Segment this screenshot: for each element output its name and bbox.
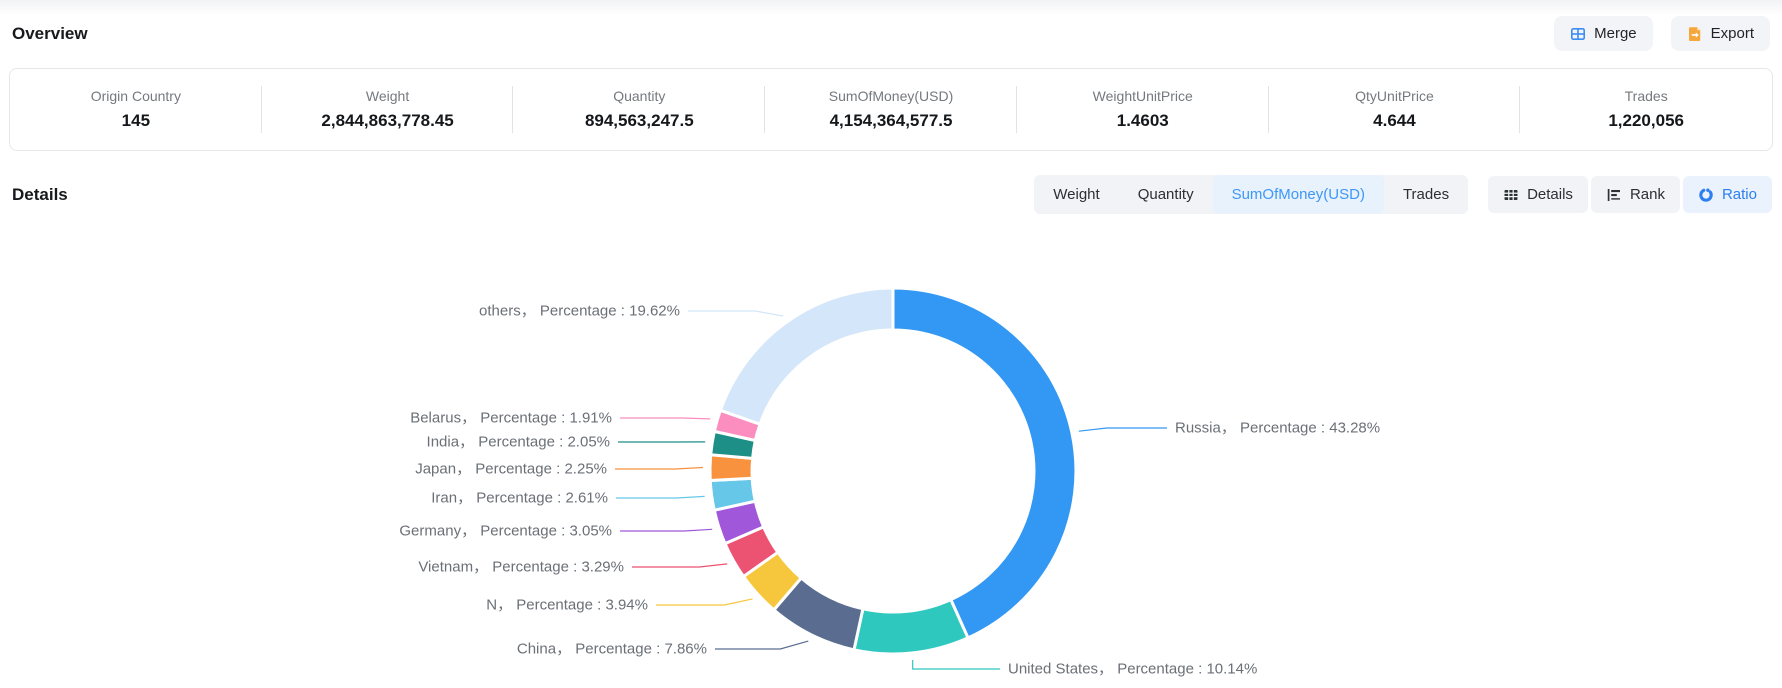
label-line-united-states <box>913 660 1000 669</box>
view-tabs: Details Rank Ratio <box>1488 176 1772 213</box>
export-button-label: Export <box>1711 25 1754 42</box>
view-tab-ratio[interactable]: Ratio <box>1683 176 1772 213</box>
label-line-germany <box>620 529 712 531</box>
merge-button-label: Merge <box>1594 25 1637 42</box>
stat-value: 145 <box>122 111 150 131</box>
measure-tab-sumofmoney-usd[interactable]: SumOfMoney(USD) <box>1213 175 1384 214</box>
table-icon <box>1503 187 1519 203</box>
label-line-vietnam <box>632 564 727 567</box>
stat-origin-country: Origin Country 145 <box>10 69 262 150</box>
measure-tabs: WeightQuantitySumOfMoney(USD)Trades <box>1034 175 1468 214</box>
export-icon <box>1687 26 1703 42</box>
ratio-donut-chart: Russia， Percentage : 43.28% United States… <box>0 212 1782 688</box>
measure-tab-trades[interactable]: Trades <box>1384 175 1468 214</box>
label-line-n <box>656 599 753 605</box>
stat-value: 4.644 <box>1373 111 1416 131</box>
pie-label-germany: Germany， Percentage : 3.05% <box>399 523 612 540</box>
view-tab-label: Ratio <box>1722 186 1757 203</box>
pie-label-china: China， Percentage : 7.86% <box>517 641 707 658</box>
label-line-japan <box>615 468 703 470</box>
overview-header: Overview Merge Export <box>0 0 1782 51</box>
stat-label: WeightUnitPrice <box>1093 88 1193 104</box>
stat-weightunitprice: WeightUnitPrice 1.4603 <box>1017 69 1269 150</box>
label-line-others <box>688 311 783 316</box>
ratio-icon <box>1698 187 1714 203</box>
pie-label-belarus: Belarus， Percentage : 1.91% <box>410 410 612 427</box>
page-title: Overview <box>12 24 88 44</box>
view-tab-label: Rank <box>1630 186 1665 203</box>
stat-trades: Trades 1,220,056 <box>1520 69 1772 150</box>
pie-label-russia: Russia， Percentage : 43.28% <box>1175 420 1380 437</box>
stat-label: Weight <box>366 88 409 104</box>
stat-quantity: Quantity 894,563,247.5 <box>513 69 765 150</box>
details-toolbar: Details WeightQuantitySumOfMoney(USD)Tra… <box>0 175 1782 214</box>
stat-label: Quantity <box>613 88 665 104</box>
pie-label-united-states: United States， Percentage : 10.14% <box>1008 661 1257 678</box>
label-line-belarus <box>620 418 710 419</box>
details-title: Details <box>12 185 68 205</box>
stat-label: Trades <box>1625 88 1668 104</box>
pie-label-iran: Iran， Percentage : 2.61% <box>431 490 608 507</box>
pie-label-others: others， Percentage : 19.62% <box>479 303 680 320</box>
measure-tab-weight[interactable]: Weight <box>1034 175 1118 214</box>
export-button[interactable]: Export <box>1671 16 1770 51</box>
label-line-russia <box>1079 428 1167 431</box>
pie-slice-united-states[interactable] <box>854 600 968 654</box>
stat-sumofmoney-usd: SumOfMoney(USD) 4,154,364,577.5 <box>765 69 1017 150</box>
stat-value: 894,563,247.5 <box>585 111 694 131</box>
rank-icon <box>1606 187 1622 203</box>
view-tab-details[interactable]: Details <box>1488 176 1588 213</box>
stat-qtyunitprice: QtyUnitPrice 4.644 <box>1269 69 1521 150</box>
merge-icon <box>1570 26 1586 42</box>
stat-value: 4,154,364,577.5 <box>830 111 953 131</box>
pie-label-india: India， Percentage : 2.05% <box>427 434 610 451</box>
stat-label: Origin Country <box>91 88 181 104</box>
pie-label-vietnam: Vietnam， Percentage : 3.29% <box>418 559 624 576</box>
stat-label: SumOfMoney(USD) <box>829 88 953 104</box>
view-tab-rank[interactable]: Rank <box>1591 176 1680 213</box>
header-actions: Merge Export <box>1554 16 1770 51</box>
stat-value: 1,220,056 <box>1608 111 1684 131</box>
label-line-iran <box>616 496 705 498</box>
stat-value: 2,844,863,778.45 <box>321 111 453 131</box>
overview-stats-card: Origin Country 145 Weight 2,844,863,778.45 Q… <box>9 68 1773 151</box>
label-line-china <box>715 641 808 649</box>
pie-label-n: N， Percentage : 3.94% <box>486 597 648 614</box>
pie-slice-russia[interactable] <box>893 288 1076 638</box>
merge-button[interactable]: Merge <box>1554 16 1653 51</box>
measure-tab-quantity[interactable]: Quantity <box>1119 175 1213 214</box>
stat-weight: Weight 2,844,863,778.45 <box>262 69 514 150</box>
view-tab-label: Details <box>1527 186 1573 203</box>
stat-label: QtyUnitPrice <box>1355 88 1434 104</box>
pie-label-japan: Japan， Percentage : 2.25% <box>415 461 607 478</box>
pie-slice-others[interactable] <box>720 288 893 424</box>
stat-value: 1.4603 <box>1117 111 1169 131</box>
